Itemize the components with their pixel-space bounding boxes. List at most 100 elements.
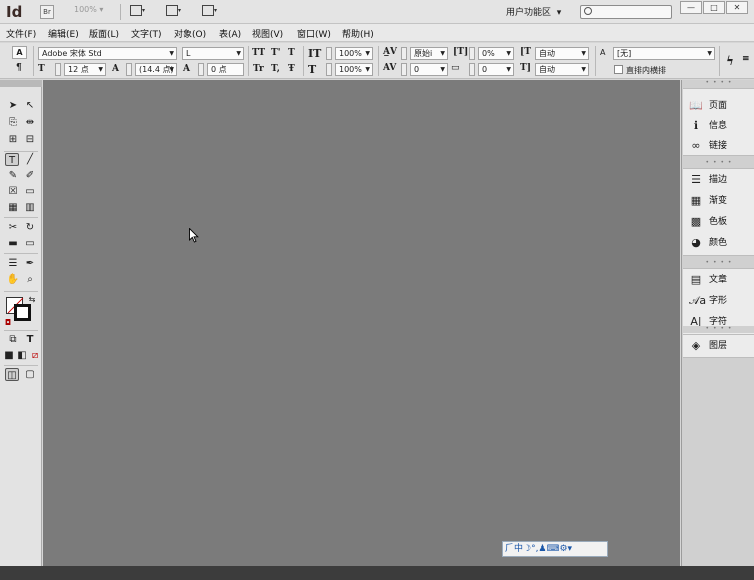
note-tool-icon[interactable]: ☰ [6, 257, 20, 270]
content-placer-icon[interactable]: ⊟ [23, 133, 37, 146]
panel-menu-icon[interactable]: ≡ [742, 54, 750, 64]
leading-field[interactable]: (14.4 点) ▼ [135, 63, 177, 76]
menu-window[interactable]: 窗口(W) [297, 27, 331, 40]
panel-item-layers[interactable]: ◈ 图层 [689, 337, 753, 355]
gap-tool-icon[interactable]: ⇹ [23, 116, 37, 129]
superscript-button[interactable]: T' [271, 48, 280, 58]
character-style-select[interactable]: [无] ▼ [613, 47, 715, 60]
rotate-tool-icon[interactable]: ↻ [23, 221, 37, 234]
lightning-icon[interactable]: ϟ [726, 54, 734, 68]
panel-item-info[interactable]: ℹ 信息 [689, 117, 753, 135]
vertical-grid-tool-icon[interactable]: ▥ [23, 201, 37, 214]
tsume-field[interactable]: 0% ▼ [478, 47, 514, 60]
ime-toolbar[interactable]: ⺁中☽°,♟⌨⚙▾ [502, 541, 608, 557]
selection-tool-icon[interactable]: ➤ [6, 99, 20, 112]
rectangle-tool-icon[interactable]: ▭ [23, 185, 37, 198]
panel-item-gradient[interactable]: ▦ 渐变 [689, 192, 753, 210]
panel-item-glyphs[interactable]: 𝒜a 字形 [689, 292, 753, 310]
subscript-button[interactable]: T, [271, 64, 280, 74]
panel-item-stroke[interactable]: ☰ 描边 [689, 171, 753, 189]
horizontal-scale-field[interactable]: 100% ▼ [335, 63, 373, 76]
font-size-stepper[interactable] [55, 63, 61, 76]
content-collector-icon[interactable]: ⊞ [6, 133, 20, 146]
grid-chars-field[interactable]: 0 ▼ [478, 63, 514, 76]
panel-item-pages[interactable]: 📖 页面 [689, 97, 753, 115]
direct-selection-tool-icon[interactable]: ↖ [23, 99, 37, 112]
kerning-select[interactable]: 原始i ▼ [410, 47, 448, 60]
pen-tool-icon[interactable]: ✎ [6, 169, 20, 182]
menu-type[interactable]: 文字(T) [131, 27, 162, 40]
apply-gradient-icon[interactable]: ◧ [15, 349, 29, 362]
swap-colors-icon[interactable]: ⇆ [25, 293, 39, 306]
grid-chars-stepper[interactable] [469, 63, 475, 76]
panel-grip[interactable]: • • • • [683, 80, 754, 87]
horizontal-scale-stepper[interactable] [326, 63, 332, 76]
preview-mode-icon[interactable]: ▢ [23, 368, 37, 381]
strikethrough-button[interactable]: Ŧ [288, 64, 295, 74]
vertical-scale-stepper[interactable] [326, 47, 332, 60]
small-caps-button[interactable]: Tr [253, 64, 264, 74]
close-button[interactable]: ✕ [726, 1, 748, 14]
tracking-stepper[interactable] [401, 63, 407, 76]
font-family-select[interactable]: Adobe 宋体 Std ▼ [38, 47, 177, 60]
all-caps-button[interactable]: TT [252, 48, 265, 58]
gradient-swatch-tool-icon[interactable]: ▬ [6, 237, 20, 250]
formatting-container-icon[interactable]: ⧉ [6, 333, 20, 346]
panel-item-swatches[interactable]: ▩ 色板 [689, 213, 753, 231]
page-tool-icon[interactable]: ⎘ [6, 116, 20, 129]
tate-chu-yoko-checkbox[interactable] [614, 65, 623, 74]
hand-tool-icon[interactable]: ✋ [6, 273, 20, 286]
pencil-tool-icon[interactable]: ✐ [23, 169, 37, 182]
default-colors-icon[interactable]: ◘ [1, 316, 15, 329]
panel-item-story[interactable]: ▤ 文章 [689, 271, 753, 289]
tools-panel-grip[interactable] [0, 80, 42, 87]
menu-edit[interactable]: 编辑(E) [48, 27, 79, 40]
scissors-tool-icon[interactable]: ✂ [6, 221, 20, 234]
screen-mode-button[interactable]: ▾ [166, 5, 188, 19]
view-options-button[interactable]: ▾ [130, 5, 152, 19]
eyedropper-tool-icon[interactable]: ✒ [23, 257, 37, 270]
zoom-level[interactable]: 100% ▾ [74, 5, 103, 14]
panel-grip[interactable]: • • • • [683, 326, 754, 333]
font-style-select[interactable]: L ▼ [182, 47, 244, 60]
rectangle-frame-tool-icon[interactable]: ☒ [6, 185, 20, 198]
character-mode-button[interactable]: A [12, 46, 27, 59]
bridge-button[interactable]: Br [40, 5, 54, 19]
minimize-button[interactable]: — [680, 1, 702, 14]
arrange-documents-button[interactable]: ▾ [202, 5, 224, 19]
apply-none-icon[interactable]: ⧄ [28, 349, 42, 362]
apply-color-icon[interactable]: ■ [2, 349, 16, 362]
stroke-swatch[interactable] [14, 304, 31, 321]
menu-help[interactable]: 帮助(H) [342, 27, 374, 40]
baseline-shift-field[interactable]: 0 点 [207, 63, 244, 76]
workspace-switcher[interactable]: 用户功能区 ▾ [506, 5, 561, 18]
menu-layout[interactable]: 版面(L) [89, 27, 119, 40]
panel-item-links[interactable]: ∞ 链接 [689, 137, 753, 155]
line-tool-icon[interactable]: ╱ [23, 153, 37, 166]
kerning-stepper[interactable] [401, 47, 407, 60]
tracking-field[interactable]: 0 ▼ [410, 63, 448, 76]
normal-view-icon[interactable]: ◫ [5, 368, 19, 381]
baseline-shift-stepper[interactable] [198, 63, 204, 76]
panel-grip[interactable]: • • • • [683, 260, 754, 267]
gradient-feather-tool-icon[interactable]: ▭ [23, 237, 37, 250]
font-size-field[interactable]: 12 点 ▼ [64, 63, 106, 76]
menu-file[interactable]: 文件(F) [6, 27, 36, 40]
underline-button[interactable]: T [288, 48, 295, 58]
search-input[interactable] [580, 5, 672, 19]
panel-grip[interactable]: • • • • [683, 160, 754, 167]
leading-stepper[interactable] [126, 63, 132, 76]
aki-before-select[interactable]: 自动 ▼ [535, 47, 589, 60]
type-tool-icon[interactable]: T [5, 153, 19, 166]
vertical-scale-field[interactable]: 100% ▼ [335, 47, 373, 60]
formatting-text-icon[interactable]: T [23, 333, 37, 346]
menu-object[interactable]: 对象(O) [174, 27, 206, 40]
aki-after-select[interactable]: 自动 ▼ [535, 63, 589, 76]
paragraph-mode-button[interactable]: ¶ [16, 63, 22, 73]
tsume-stepper[interactable] [469, 47, 475, 60]
menu-table[interactable]: 表(A) [219, 27, 241, 40]
zoom-tool-icon[interactable]: ⌕ [23, 273, 37, 286]
horizontal-grid-tool-icon[interactable]: ▦ [6, 201, 20, 214]
panel-item-color[interactable]: ◕ 颜色 [689, 234, 753, 252]
maximize-button[interactable]: □ [703, 1, 725, 14]
